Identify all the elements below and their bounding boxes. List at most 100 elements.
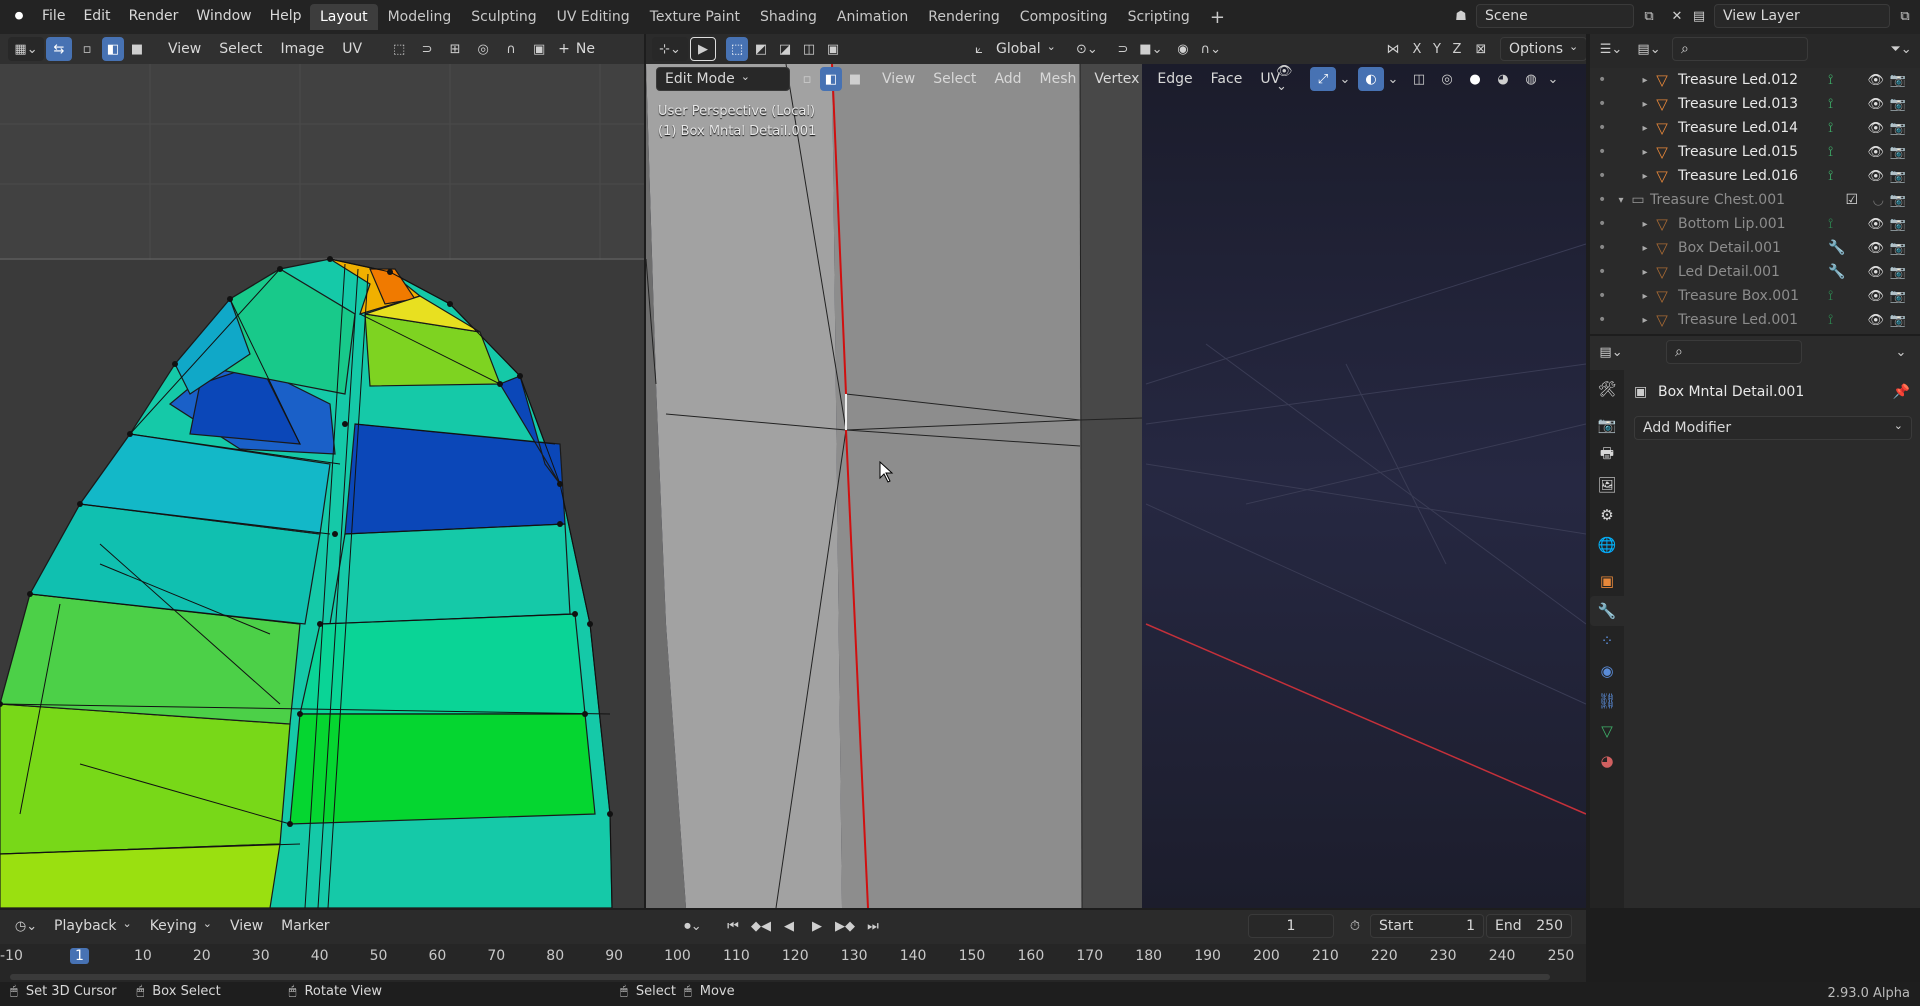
tab-sculpting[interactable]: Sculpting: [461, 4, 546, 30]
outliner-row[interactable]: • ▸ ▽ Bottom Lip.001 ⟟ 👁 📷: [1590, 212, 1920, 236]
vp-menu-vertex[interactable]: Vertex: [1086, 67, 1147, 91]
gizmo-icon[interactable]: ⤢: [1310, 67, 1336, 91]
select-tool-icon[interactable]: ▶: [690, 37, 716, 61]
eye-icon[interactable]: 👁: [1867, 169, 1884, 184]
expand-arrow-icon[interactable]: ▸: [1638, 171, 1652, 182]
snap-target-icon[interactable]: ⊞: [442, 37, 468, 61]
collapse-arrow-icon[interactable]: ▾: [1614, 195, 1628, 206]
uv-menu-select[interactable]: Select: [211, 37, 270, 61]
gizmo-dropdown-icon[interactable]: ⌄: [1338, 67, 1352, 91]
orientation-icon[interactable]: ⟀: [966, 37, 992, 61]
select-subtract-icon[interactable]: ◪: [774, 37, 796, 61]
pin-icon[interactable]: 📌: [1893, 384, 1910, 400]
modifier-tab-icon[interactable]: 🔧: [1590, 596, 1624, 626]
end-frame-field[interactable]: End 250: [1486, 914, 1572, 938]
options-dropdown[interactable]: Options: [1500, 37, 1586, 61]
select-extend-icon[interactable]: ◩: [750, 37, 772, 61]
select-vertex-icon[interactable]: ▫: [74, 37, 100, 61]
scene-icon[interactable]: ☗: [1448, 4, 1474, 28]
eye-icon[interactable]: 👁: [1867, 241, 1884, 256]
play-reverse-icon[interactable]: ◀: [776, 914, 802, 938]
vertex-select-mode-icon[interactable]: ▫: [796, 67, 818, 91]
object-tab-icon[interactable]: ▣: [1592, 566, 1622, 596]
timeline-menu-keying[interactable]: Keying: [142, 914, 220, 938]
eye-icon[interactable]: 👁: [1867, 121, 1884, 136]
falloff-icon[interactable]: ∩: [498, 37, 524, 61]
outliner-row[interactable]: • ▸ ▽ Treasure Led.001 ⟟ 👁 📷: [1590, 308, 1920, 332]
vp-menu-view[interactable]: View: [874, 67, 923, 91]
uv-menu-uv[interactable]: UV: [334, 37, 370, 61]
outliner-row[interactable]: • ▸ ▽ Treasure Led.014 ⟟ 👁 📷: [1590, 116, 1920, 140]
tab-texture-paint[interactable]: Texture Paint: [640, 4, 750, 30]
view-layer-tab-icon[interactable]: 🖼: [1592, 470, 1622, 500]
uv-canvas[interactable]: [0, 64, 644, 908]
checkbox-icon[interactable]: ☑: [1845, 192, 1858, 208]
camera-icon[interactable]: 📷: [1890, 289, 1906, 304]
camera-icon[interactable]: 📷: [1890, 241, 1906, 256]
eye-icon[interactable]: 👁: [1867, 217, 1884, 232]
menu-help[interactable]: Help: [262, 4, 310, 28]
outliner-collection-row[interactable]: • ▾ ▭ Treasure Chest.001 ☑ ◡ 📷: [1590, 188, 1920, 212]
filter-icon[interactable]: ⏷⌄: [1888, 37, 1914, 61]
view-layer-icon[interactable]: ▤: [1686, 4, 1712, 28]
editor-type-icon[interactable]: ▦⌄: [8, 37, 44, 61]
camera-icon[interactable]: 📷: [1890, 121, 1906, 136]
record-icon[interactable]: ⏺⌄: [680, 914, 706, 938]
mode-dropdown[interactable]: Edit Mode: [656, 67, 790, 91]
axis-z-toggle[interactable]: Z: [1448, 37, 1466, 61]
constraints-tab-icon[interactable]: ⛓: [1592, 686, 1622, 716]
xray-icon[interactable]: ◫: [1406, 67, 1432, 91]
vp-menu-mesh[interactable]: Mesh: [1032, 67, 1085, 91]
camera-icon[interactable]: 📷: [1890, 97, 1906, 112]
menu-render[interactable]: Render: [121, 4, 187, 28]
tool-tab-icon[interactable]: 🛠: [1592, 374, 1622, 404]
outliner-row[interactable]: • ▸ ▽ Treasure Box.001 ⟟ 👁 📷: [1590, 284, 1920, 308]
axis-y-toggle[interactable]: Y: [1428, 37, 1446, 61]
blender-logo-icon[interactable]: ⏺: [8, 6, 30, 28]
wireframe-shading-icon[interactable]: ◎: [1434, 67, 1460, 91]
timeline-menu-view[interactable]: View: [222, 914, 271, 938]
viewport-editor-type-icon[interactable]: ⊹⌄: [652, 37, 688, 61]
pivot-icon[interactable]: ⬚: [386, 37, 412, 61]
menu-file[interactable]: File: [34, 4, 73, 28]
particles-tab-icon[interactable]: ⁘: [1592, 626, 1622, 656]
jump-start-icon[interactable]: ⏮: [720, 914, 746, 938]
vp-menu-add[interactable]: Add: [986, 67, 1029, 91]
outliner-row[interactable]: • ▸ ▽ Treasure Led.015 ⟟ 👁 📷: [1590, 140, 1920, 164]
current-frame-indicator[interactable]: 1: [70, 948, 89, 964]
uv-menu-view[interactable]: View: [160, 37, 209, 61]
properties-options-icon[interactable]: ⌄: [1888, 340, 1914, 364]
view-layer-field[interactable]: View Layer: [1714, 4, 1890, 28]
expand-arrow-icon[interactable]: ▸: [1638, 315, 1652, 326]
material-shading-icon[interactable]: ◕: [1490, 67, 1516, 91]
eye-icon[interactable]: 👁: [1867, 97, 1884, 112]
camera-icon[interactable]: 📷: [1890, 73, 1906, 88]
uv-sync-icon[interactable]: ⇆: [46, 37, 72, 61]
outliner-row[interactable]: • ▸ ▽ Led Detail.001 🔧 👁 📷: [1590, 260, 1920, 284]
tab-scripting[interactable]: Scripting: [1118, 4, 1200, 30]
proportional-edit-icon[interactable]: ◉: [1170, 37, 1196, 61]
snap-icon[interactable]: ⊃: [414, 37, 440, 61]
uv-menu-image[interactable]: Image: [272, 37, 332, 61]
properties-editor-type-icon[interactable]: ▤⌄: [1598, 340, 1624, 364]
snap-toggle-icon[interactable]: ⊃: [1110, 37, 1136, 61]
proportional-falloff-icon[interactable]: ∩⌄: [1198, 37, 1224, 61]
material-tab-icon[interactable]: ◕: [1592, 746, 1622, 776]
select-invert-icon[interactable]: ◫: [798, 37, 820, 61]
eye-icon[interactable]: 👁: [1867, 73, 1884, 88]
expand-arrow-icon[interactable]: ▸: [1638, 75, 1652, 86]
tab-animation[interactable]: Animation: [827, 4, 918, 30]
eye-closed-icon[interactable]: ◡: [1873, 193, 1884, 208]
axis-x-toggle[interactable]: X: [1408, 37, 1426, 61]
start-frame-field[interactable]: Start 1: [1370, 914, 1484, 938]
camera-icon[interactable]: 📷: [1890, 145, 1906, 160]
expand-arrow-icon[interactable]: ▸: [1638, 147, 1652, 158]
expand-arrow-icon[interactable]: ▸: [1638, 243, 1652, 254]
add-modifier-dropdown[interactable]: Add Modifier: [1634, 416, 1912, 440]
shading-dropdown-icon[interactable]: ⌄: [1546, 67, 1560, 91]
outliner-row[interactable]: • ▸ ▽ Box Detail.001 🔧 👁 📷: [1590, 236, 1920, 260]
select-face-icon[interactable]: ■: [126, 37, 148, 61]
image-browse-icon[interactable]: ▣: [526, 37, 552, 61]
pivot-point-icon[interactable]: ⊙⌄: [1074, 37, 1100, 61]
display-mode-icon[interactable]: ▤⌄: [1636, 37, 1662, 61]
